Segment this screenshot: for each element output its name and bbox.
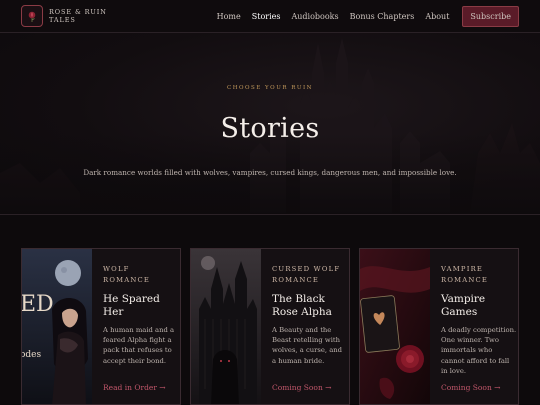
card-description: A deadly competition. One winner. Two im…	[441, 326, 517, 375]
nav-home[interactable]: Home	[217, 12, 241, 21]
cover-title-text: ED	[22, 292, 54, 317]
brand[interactable]: ROSE & RUIN TALES	[21, 5, 107, 27]
cover-image	[191, 249, 261, 404]
card-title-line1: He Spared Her	[103, 293, 160, 318]
nav-audiobooks[interactable]: Audiobooks	[291, 12, 338, 21]
site-header: ROSE & RUIN TALES Home Stories Audiobook…	[0, 0, 540, 33]
card-title-line1: Vampire	[441, 293, 486, 305]
story-card-vampire-games[interactable]: VAMPIRE ROMANCE Vampire Games A deadly c…	[359, 248, 519, 405]
card-genre-line1: CURSED WOLF	[272, 265, 341, 273]
story-card-he-spared-her[interactable]: ED odes WOLF ROMANCE He Spared Her A hum…	[21, 248, 181, 405]
cover-subtitle-text: odes	[22, 350, 42, 360]
coming-soon-link[interactable]: Coming Soon →	[441, 383, 500, 392]
rose-icon	[21, 5, 43, 27]
hero-section: CHOOSE YOUR RUIN Stories Dark romance wo…	[0, 33, 540, 215]
card-title-line2: Games	[441, 305, 478, 318]
card-description: A Beauty and the Beast retelling with wo…	[272, 326, 343, 365]
card-title-line2: Rose Alpha	[272, 305, 332, 318]
coming-soon-link[interactable]: Coming Soon →	[272, 383, 331, 392]
subscribe-button[interactable]: Subscribe	[462, 5, 519, 27]
brand-name-line1: ROSE & RUIN	[49, 8, 107, 16]
card-title-line1: The Black	[272, 293, 325, 305]
main-nav: Home Stories Audiobooks Bonus Chapters A…	[217, 5, 519, 27]
card-description: A human maid and a feared Alpha fight a …	[103, 326, 175, 365]
page-title: Stories	[220, 113, 320, 144]
cover-image: ED odes	[22, 249, 92, 404]
card-genre-line1: VAMPIRE	[441, 265, 484, 273]
story-card-black-rose-alpha[interactable]: CURSED WOLF ROMANCE The Black Rose Alpha…	[190, 248, 350, 405]
nav-about[interactable]: About	[425, 12, 449, 21]
read-in-order-link[interactable]: Read in Order →	[103, 383, 166, 392]
brand-name-line2: TALES	[49, 16, 76, 24]
cover-image	[360, 249, 430, 404]
story-cards: ED odes WOLF ROMANCE He Spared Her A hum…	[21, 248, 519, 405]
section-divider	[0, 214, 540, 215]
nav-stories[interactable]: Stories	[252, 12, 281, 21]
card-genre-line1: WOLF	[103, 265, 130, 273]
card-genre-line2: ROMANCE	[272, 275, 320, 284]
nav-bonus-chapters[interactable]: Bonus Chapters	[350, 12, 415, 21]
card-genre-line2: ROMANCE	[441, 275, 489, 284]
hero-subtitle: Dark romance worlds filled with wolves, …	[83, 168, 457, 177]
hero-eyebrow: CHOOSE YOUR RUIN	[227, 85, 313, 91]
card-genre-line2: ROMANCE	[103, 275, 151, 284]
